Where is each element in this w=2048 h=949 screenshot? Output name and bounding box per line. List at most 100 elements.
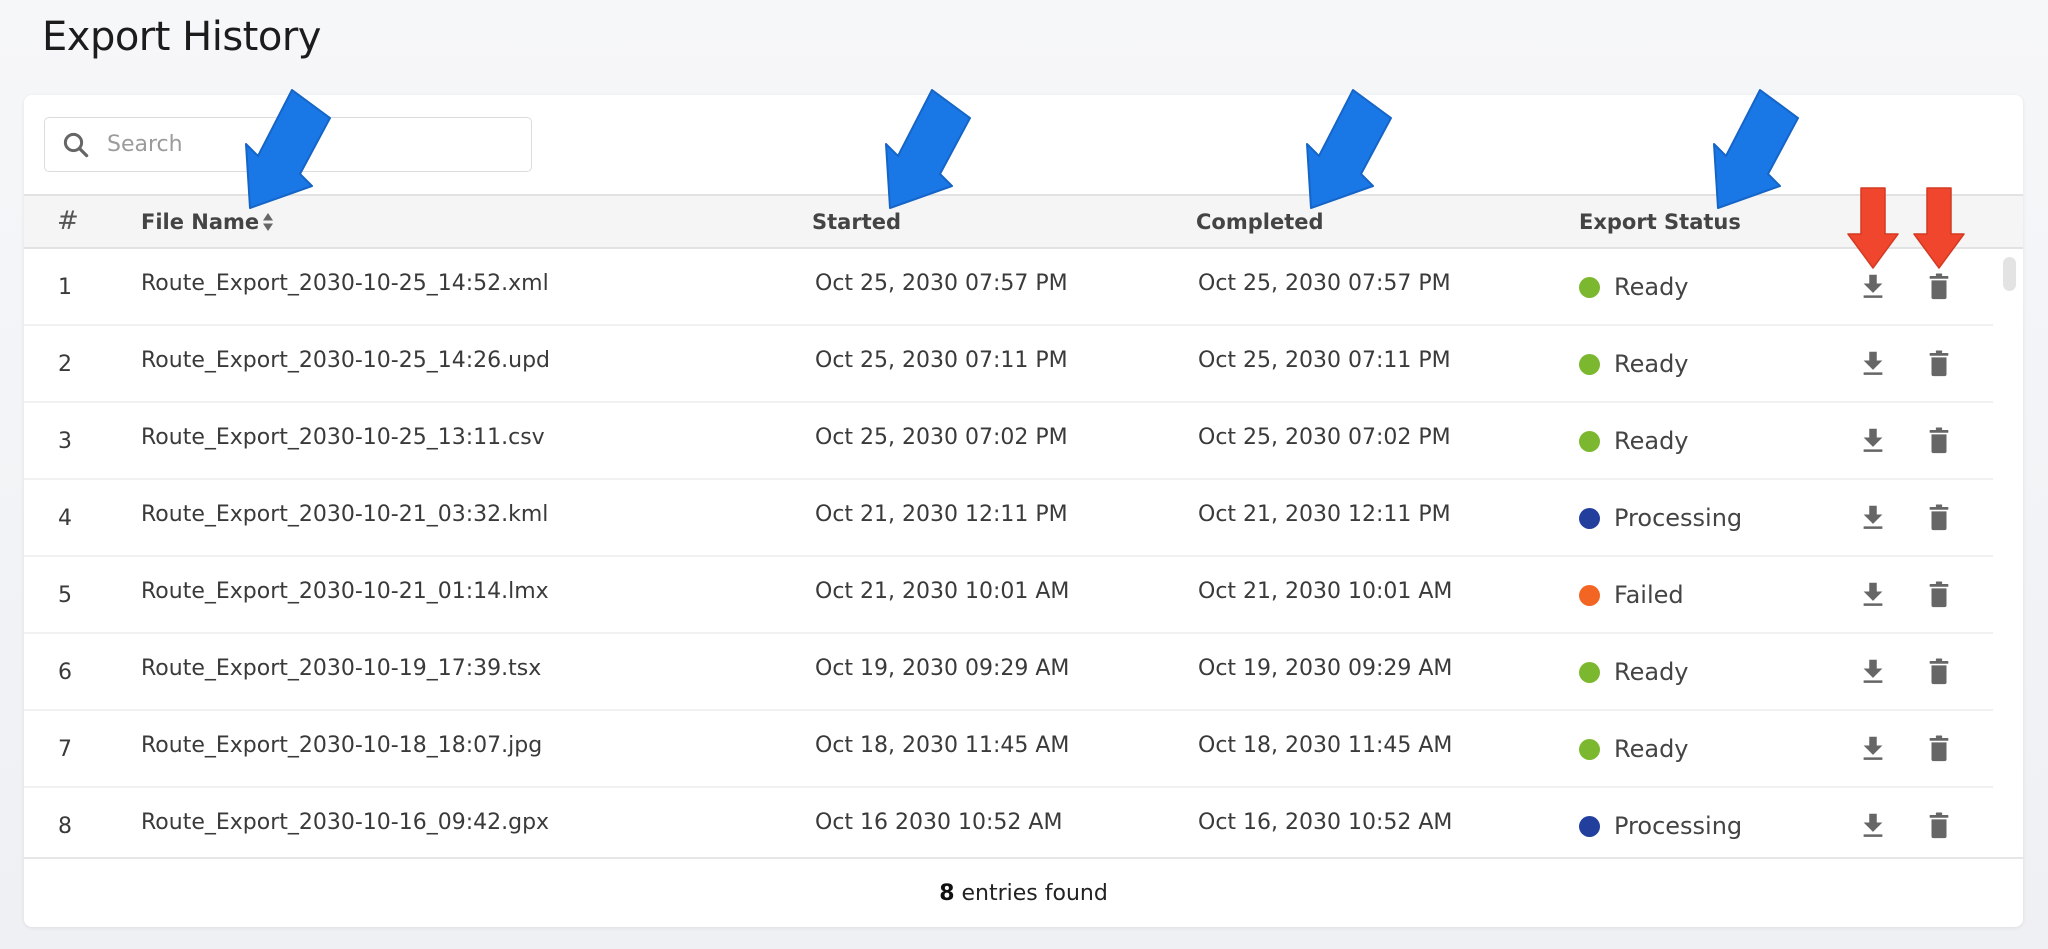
download-icon xyxy=(1863,659,1883,683)
file-name: Route_Export_2030-10-21_03:32.kml xyxy=(141,502,549,527)
started-time: Oct 21, 2030 10:01 AM xyxy=(815,579,1070,604)
file-name: Route_Export_2030-10-25_13:11.csv xyxy=(141,425,545,450)
table-row[interactable]: 5 Route_Export_2030-10-21_01:14.lmx Oct … xyxy=(24,557,1993,634)
delete-button[interactable] xyxy=(1924,425,1954,455)
download-icon xyxy=(1863,582,1883,606)
started-time: Oct 25, 2030 07:11 PM xyxy=(815,348,1068,373)
completed-time: Oct 25, 2030 07:57 PM xyxy=(1198,271,1451,296)
status-dot-icon xyxy=(1579,353,1600,375)
row-index: 8 xyxy=(58,814,72,839)
completed-time: Oct 21, 2030 12:11 PM xyxy=(1198,502,1451,527)
table-row[interactable]: 2 Route_Export_2030-10-25_14:26.upd Oct … xyxy=(24,326,1993,403)
table-body: 1 Route_Export_2030-10-25_14:52.xml Oct … xyxy=(24,249,2023,865)
download-button[interactable] xyxy=(1858,425,1888,455)
row-index: 3 xyxy=(58,429,72,454)
status-label: Ready xyxy=(1614,273,1689,301)
trash-icon xyxy=(1929,658,1949,685)
download-button[interactable] xyxy=(1858,579,1888,609)
completed-time: Oct 19, 2030 09:29 AM xyxy=(1198,656,1453,681)
trash-icon xyxy=(1929,427,1949,454)
status-label: Ready xyxy=(1614,350,1689,378)
status-dot-icon xyxy=(1579,507,1600,529)
column-header-index: # xyxy=(57,206,79,236)
started-time: Oct 25, 2030 07:57 PM xyxy=(815,271,1068,296)
scrollbar-thumb[interactable] xyxy=(2003,257,2016,291)
table-footer: 8 entries found xyxy=(24,857,2023,927)
status-label: Processing xyxy=(1614,812,1743,840)
delete-button[interactable] xyxy=(1924,348,1954,378)
download-button[interactable] xyxy=(1858,810,1888,840)
file-name: Route_Export_2030-10-25_14:26.upd xyxy=(141,348,550,373)
file-name: Route_Export_2030-10-16_09:42.gpx xyxy=(141,810,550,835)
delete-button[interactable] xyxy=(1924,502,1954,532)
started-time: Oct 21, 2030 12:11 PM xyxy=(815,502,1068,527)
delete-button[interactable] xyxy=(1924,579,1954,609)
search-icon xyxy=(63,132,89,157)
column-header-file-name-label: File Name xyxy=(141,210,260,234)
download-button[interactable] xyxy=(1858,348,1888,378)
export-status: Ready xyxy=(1579,350,1689,378)
entries-label: entries found xyxy=(961,880,1108,906)
status-dot-icon xyxy=(1579,276,1600,298)
status-label: Ready xyxy=(1614,427,1689,455)
status-dot-icon xyxy=(1579,430,1600,452)
export-status: Processing xyxy=(1579,812,1742,840)
started-time: Oct 19, 2030 09:29 AM xyxy=(815,656,1070,681)
page-title: Export History xyxy=(42,14,321,60)
status-label: Ready xyxy=(1614,735,1689,763)
row-index: 5 xyxy=(58,583,72,608)
sort-icon[interactable] xyxy=(262,211,274,233)
download-icon xyxy=(1863,736,1883,760)
completed-time: Oct 16, 2030 10:52 AM xyxy=(1198,810,1453,835)
completed-time: Oct 25, 2030 07:02 PM xyxy=(1198,425,1451,450)
status-dot-icon xyxy=(1579,584,1600,606)
entries-count: 8 xyxy=(939,880,955,906)
download-icon xyxy=(1863,274,1883,298)
row-index: 7 xyxy=(58,737,72,762)
delete-button[interactable] xyxy=(1924,271,1954,301)
download-icon xyxy=(1863,813,1883,837)
download-icon xyxy=(1863,428,1883,452)
search-input[interactable] xyxy=(107,132,487,157)
started-time: Oct 16 2030 10:52 AM xyxy=(815,810,1063,835)
table-row[interactable]: 8 Route_Export_2030-10-16_09:42.gpx Oct … xyxy=(24,788,1993,865)
file-name: Route_Export_2030-10-21_01:14.lmx xyxy=(141,579,549,604)
trash-icon xyxy=(1929,350,1949,377)
download-button[interactable] xyxy=(1858,502,1888,532)
column-header-file-name[interactable]: File Name xyxy=(141,210,274,234)
status-dot-icon xyxy=(1579,815,1600,837)
table-row[interactable]: 6 Route_Export_2030-10-19_17:39.tsx Oct … xyxy=(24,634,1993,711)
file-name: Route_Export_2030-10-25_14:52.xml xyxy=(141,271,549,296)
status-dot-icon xyxy=(1579,738,1600,760)
download-button[interactable] xyxy=(1858,656,1888,686)
status-label: Failed xyxy=(1614,581,1684,609)
export-status: Ready xyxy=(1579,273,1689,301)
file-name: Route_Export_2030-10-18_18:07.jpg xyxy=(141,733,543,758)
trash-icon xyxy=(1929,273,1949,300)
export-status: Ready xyxy=(1579,735,1689,763)
status-dot-icon xyxy=(1579,661,1600,683)
started-time: Oct 25, 2030 07:02 PM xyxy=(815,425,1068,450)
completed-time: Oct 25, 2030 07:11 PM xyxy=(1198,348,1451,373)
row-index: 2 xyxy=(58,352,72,377)
export-status: Failed xyxy=(1579,581,1684,609)
trash-icon xyxy=(1929,812,1949,839)
started-time: Oct 18, 2030 11:45 AM xyxy=(815,733,1070,758)
table-row[interactable]: 7 Route_Export_2030-10-18_18:07.jpg Oct … xyxy=(24,711,1993,788)
delete-button[interactable] xyxy=(1924,733,1954,763)
export-status: Ready xyxy=(1579,658,1689,686)
delete-button[interactable] xyxy=(1924,810,1954,840)
column-header-export-status[interactable]: Export Status xyxy=(1579,210,1741,234)
status-label: Ready xyxy=(1614,658,1689,686)
column-header-started[interactable]: Started xyxy=(812,210,901,234)
table-row[interactable]: 4 Route_Export_2030-10-21_03:32.kml Oct … xyxy=(24,480,1993,557)
column-header-completed[interactable]: Completed xyxy=(1196,210,1324,234)
row-index: 6 xyxy=(58,660,72,685)
download-button[interactable] xyxy=(1858,733,1888,763)
row-index: 4 xyxy=(58,506,72,531)
download-button[interactable] xyxy=(1858,271,1888,301)
table-row[interactable]: 1 Route_Export_2030-10-25_14:52.xml Oct … xyxy=(24,249,1993,326)
delete-button[interactable] xyxy=(1924,656,1954,686)
table-row[interactable]: 3 Route_Export_2030-10-25_13:11.csv Oct … xyxy=(24,403,1993,480)
search-box[interactable] xyxy=(44,117,532,172)
